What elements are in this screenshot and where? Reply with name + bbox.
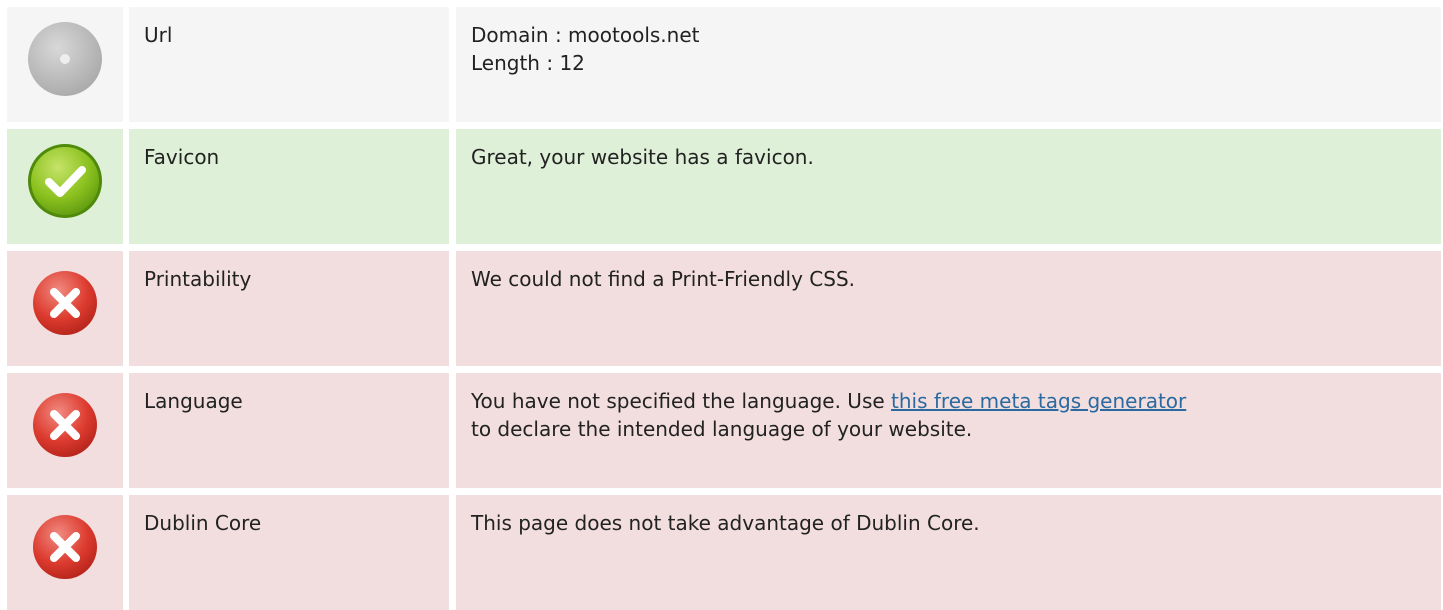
row-label: Dublin Core bbox=[129, 495, 449, 610]
language-message-line-1: You have not specified the language. Use… bbox=[471, 387, 1426, 415]
dublin-core-message: This page does not take advantage of Dub… bbox=[471, 511, 980, 535]
printability-message: We could not find a Print-Friendly CSS. bbox=[471, 267, 856, 291]
row-label-text: Dublin Core bbox=[144, 511, 262, 535]
row-label-text: Favicon bbox=[144, 145, 220, 169]
row-label: Url bbox=[129, 7, 449, 122]
row-label-text: Language bbox=[144, 389, 243, 413]
seo-report-table: Url Domain : mootools.net Length : 12 Fa… bbox=[0, 0, 1443, 610]
language-message-line-2: to declare the intended language of your… bbox=[471, 417, 973, 441]
row-label: Language bbox=[129, 373, 449, 488]
domain-text: Domain : mootools.net bbox=[471, 23, 700, 47]
row-value: Domain : mootools.net Length : 12 bbox=[456, 7, 1441, 122]
meta-tags-generator-link[interactable]: this free meta tags generator bbox=[891, 389, 1186, 413]
report-row-dublin-core: Dublin Core This page does not take adva… bbox=[0, 495, 1443, 610]
language-message-text: You have not specified the language. Use bbox=[471, 389, 892, 413]
row-value: You have not specified the language. Use… bbox=[456, 373, 1441, 488]
row-label: Printability bbox=[129, 251, 449, 366]
neutral-icon bbox=[25, 19, 105, 122]
length-text: Length : 12 bbox=[471, 51, 585, 75]
status-cell bbox=[7, 251, 123, 366]
row-label-text: Printability bbox=[144, 267, 252, 291]
report-row-favicon: Favicon Great, your website has a favico… bbox=[0, 129, 1443, 244]
status-cell bbox=[7, 129, 123, 244]
check-icon bbox=[25, 141, 105, 244]
error-icon bbox=[25, 263, 105, 366]
status-cell bbox=[7, 373, 123, 488]
row-label-text: Url bbox=[144, 23, 173, 47]
report-row-language: Language You have not specified the lang… bbox=[0, 373, 1443, 488]
row-value: This page does not take advantage of Dub… bbox=[456, 495, 1441, 610]
row-value: We could not find a Print-Friendly CSS. bbox=[456, 251, 1441, 366]
report-row-url: Url Domain : mootools.net Length : 12 bbox=[0, 7, 1443, 122]
favicon-message: Great, your website has a favicon. bbox=[471, 145, 814, 169]
row-label: Favicon bbox=[129, 129, 449, 244]
report-row-printability: Printability We could not find a Print-F… bbox=[0, 251, 1443, 366]
status-cell bbox=[7, 7, 123, 122]
status-cell bbox=[7, 495, 123, 610]
row-value: Great, your website has a favicon. bbox=[456, 129, 1441, 244]
error-icon bbox=[25, 385, 105, 488]
error-icon bbox=[25, 507, 105, 610]
